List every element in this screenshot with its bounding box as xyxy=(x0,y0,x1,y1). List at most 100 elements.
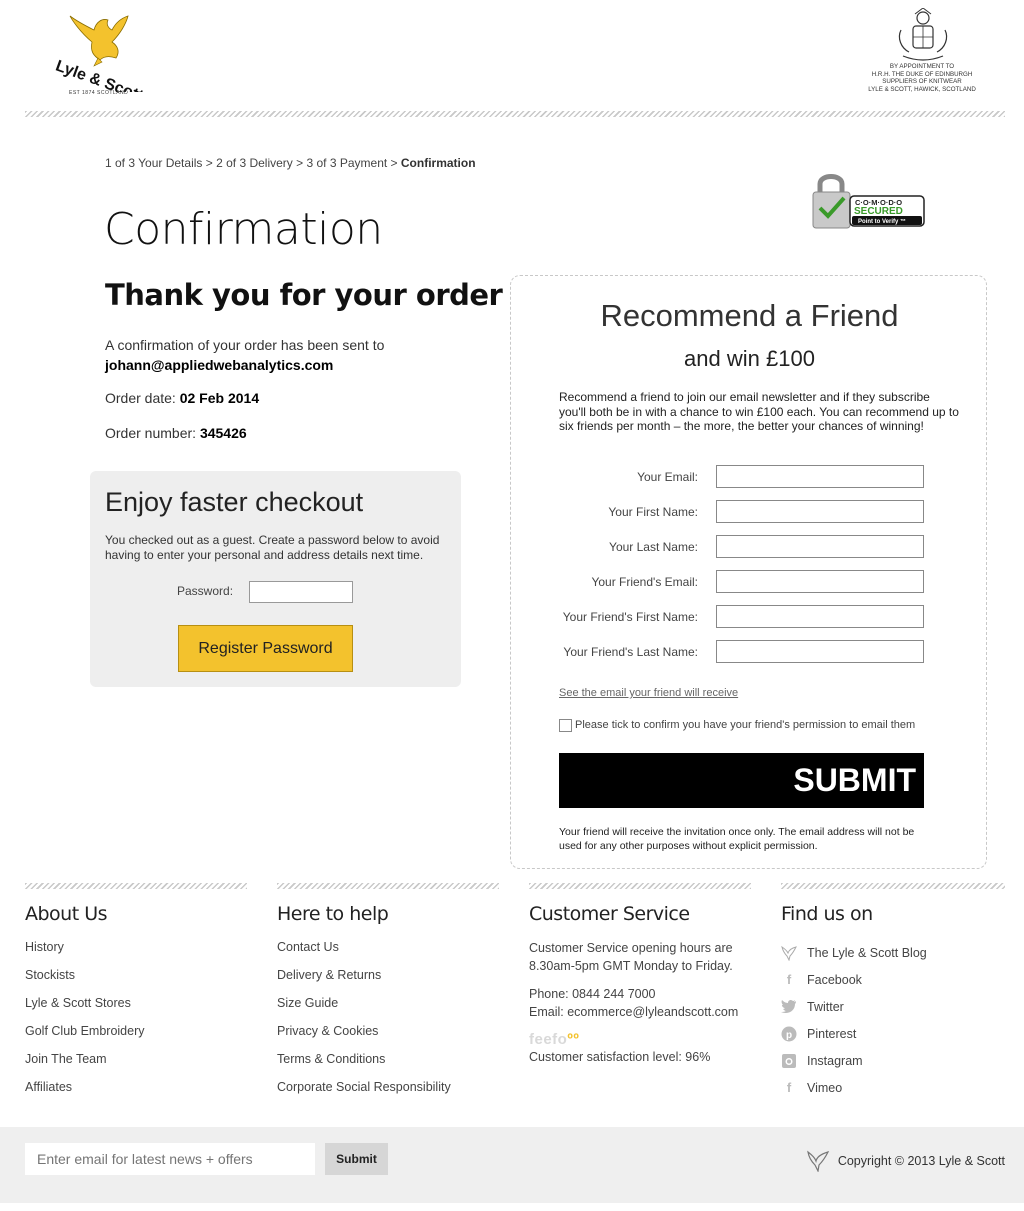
permission-label: Please tick to confirm you have your fri… xyxy=(575,719,916,731)
footer-help: Here to help Contact Us Delivery & Retur… xyxy=(277,903,507,1107)
cs-satisfaction: Customer satisfaction level: 96% xyxy=(529,1050,711,1064)
eagle-icon xyxy=(806,1150,829,1172)
instagram-icon xyxy=(781,1053,797,1069)
svg-text:p: p xyxy=(786,1030,792,1041)
confirmation-sent-text: A confirmation of your order has been se… xyxy=(105,337,385,353)
footer-link-privacy[interactable]: Privacy & Cookies xyxy=(277,1023,507,1051)
svg-text:SECURED: SECURED xyxy=(854,206,903,217)
copyright: Copyright © 2013 Lyle & Scott xyxy=(806,1150,1005,1172)
social-label: Twitter xyxy=(807,999,844,1014)
pinterest-icon: p xyxy=(781,1026,797,1042)
padlock-icon: C·O·M·O·D·O SECURED Point to Verify ™ xyxy=(812,174,925,229)
social-label: Pinterest xyxy=(807,1026,857,1041)
footer-link-join-team[interactable]: Join The Team xyxy=(25,1051,255,1079)
your-last-name-label: Your Last Name: xyxy=(609,540,698,554)
eagle-logo-icon: Lyle & Scott xyxy=(53,15,146,105)
password-input[interactable] xyxy=(249,581,353,603)
feefo-logo[interactable]: feefoºº xyxy=(529,1031,759,1048)
your-last-name-input[interactable] xyxy=(716,535,924,558)
friend-first-name-label: Your Friend's First Name: xyxy=(562,610,698,624)
social-link-vimeo[interactable]: f Vimeo xyxy=(781,1074,1011,1101)
page-title: Confirmation xyxy=(104,204,383,255)
footer-link-stores[interactable]: Lyle & Scott Stores xyxy=(25,995,255,1023)
warrant-line: SUPPLIERS OF KNITWEAR xyxy=(882,78,962,86)
footer-link-stockists[interactable]: Stockists xyxy=(25,967,255,995)
svg-text:Point to Verify ™: Point to Verify ™ xyxy=(858,218,906,225)
footer-link-terms[interactable]: Terms & Conditions xyxy=(277,1051,507,1079)
breadcrumb-step-payment[interactable]: 3 of 3 Payment xyxy=(306,156,387,170)
warrant-line: LYLE & SCOTT, HAWICK, SCOTLAND xyxy=(868,85,976,93)
footer-link-csr[interactable]: Corporate Social Responsibility xyxy=(277,1079,507,1107)
newsletter-submit-button[interactable]: Submit xyxy=(325,1143,388,1175)
footer-link-history[interactable]: History xyxy=(25,939,255,967)
see-email-link[interactable]: See the email your friend will receive xyxy=(559,687,738,699)
footer-link-golf-embroidery[interactable]: Golf Club Embroidery xyxy=(25,1023,255,1051)
friend-first-name-input[interactable] xyxy=(716,605,924,628)
recommend-note: Your friend will receive the invitation … xyxy=(559,826,915,852)
copyright-text: Copyright © 2013 Lyle & Scott xyxy=(837,1154,1005,1168)
breadcrumb-step-delivery[interactable]: 2 of 3 Delivery xyxy=(216,156,293,170)
cs-email[interactable]: Email: ecommerce@lyleandscott.com xyxy=(529,1003,759,1021)
footer-link-size-guide[interactable]: Size Guide xyxy=(277,995,507,1023)
breadcrumb: 1 of 3 Your Details > 2 of 3 Delivery > … xyxy=(105,156,476,170)
your-email-label: Your Email: xyxy=(637,470,698,484)
permission-checkbox[interactable] xyxy=(559,719,572,732)
warrant-line: H.R.H. THE DUKE OF EDINBURGH xyxy=(871,70,973,78)
cs-hours: Customer Service opening hours are 8.30a… xyxy=(529,941,733,973)
social-link-pinterest[interactable]: p Pinterest xyxy=(781,1020,1011,1047)
footer-link-affiliates[interactable]: Affiliates xyxy=(25,1079,255,1107)
friend-email-label: Your Friend's Email: xyxy=(591,575,698,589)
footer-link-contact[interactable]: Contact Us xyxy=(277,939,507,967)
footer-divider xyxy=(277,883,499,889)
vimeo-icon: f xyxy=(786,1079,792,1095)
footer-about-title: About Us xyxy=(25,903,108,925)
social-link-instagram[interactable]: Instagram xyxy=(781,1047,1011,1074)
facebook-icon: f xyxy=(786,971,792,987)
faster-checkout-description: You checked out as a guest. Create a pas… xyxy=(105,533,440,562)
warrant-line: BY APPOINTMENT TO xyxy=(889,63,955,70)
footer-link-delivery-returns[interactable]: Delivery & Returns xyxy=(277,967,507,995)
order-number-label: Order number: xyxy=(105,425,197,441)
social-label: The Lyle & Scott Blog xyxy=(807,945,927,960)
footer-find-title: Find us on xyxy=(781,903,873,925)
social-link-facebook[interactable]: f Facebook xyxy=(781,966,1011,993)
recommend-intro: Recommend a friend to join our email new… xyxy=(559,390,959,433)
feefo-logo-text: feefo xyxy=(529,1031,568,1048)
footer-divider xyxy=(529,883,751,889)
royal-warrant-text: BY APPOINTMENT TO H.R.H. THE DUKE OF EDI… xyxy=(858,63,986,93)
footer-customer-service: Customer Service Customer Service openin… xyxy=(529,903,759,1066)
order-date-value: 02 Feb 2014 xyxy=(179,390,260,406)
your-first-name-label: Your First Name: xyxy=(608,505,698,519)
your-first-name-input[interactable] xyxy=(716,500,924,523)
lyle-scott-logo[interactable]: Lyle & Scott xyxy=(50,12,150,105)
breadcrumb-current: Confirmation xyxy=(400,156,476,170)
logo-est-text: EST 1874 SCOTLAND xyxy=(69,90,129,96)
newsletter-email-input[interactable] xyxy=(25,1143,315,1175)
your-email-input[interactable] xyxy=(716,465,924,488)
social-link-twitter[interactable]: Twitter xyxy=(781,993,1011,1020)
social-label: Facebook xyxy=(807,972,862,987)
confirmation-message: A confirmation of your order has been se… xyxy=(105,335,384,375)
header-divider xyxy=(25,111,1005,117)
recommend-title: Recommend a Friend xyxy=(600,298,899,333)
recommend-friend-panel: Recommend a Friend and win £100 Recommen… xyxy=(510,275,987,869)
register-password-button[interactable]: Register Password xyxy=(178,625,353,672)
faster-checkout-title: Enjoy faster checkout xyxy=(105,487,364,517)
comodo-secured-badge[interactable]: C·O·M·O·D·O SECURED Point to Verify ™ xyxy=(810,170,926,230)
feefo-smile-icon: ºº xyxy=(567,1031,580,1048)
friend-last-name-input[interactable] xyxy=(716,640,924,663)
recommend-submit-button[interactable]: SUBMIT xyxy=(559,753,924,808)
site-header: Lyle & Scott EST 1874 SCOTLAND BY APPOIN… xyxy=(0,0,1024,120)
thanks-heading: Thank you for your order xyxy=(105,278,503,312)
newsletter-bar: Submit Copyright © 2013 Lyle & Scott xyxy=(0,1127,1024,1203)
footer-divider xyxy=(25,883,247,889)
footer-divider xyxy=(781,883,1005,889)
breadcrumb-step-details[interactable]: 1 of 3 Your Details xyxy=(105,156,202,170)
social-label: Instagram xyxy=(807,1053,863,1068)
footer-cs-title: Customer Service xyxy=(529,903,690,925)
order-number-value: 345426 xyxy=(199,425,247,441)
twitter-icon xyxy=(781,999,797,1015)
social-link-blog[interactable]: The Lyle & Scott Blog xyxy=(781,939,1011,966)
friend-email-input[interactable] xyxy=(716,570,924,593)
confirmation-email: johann@appliedwebanalytics.com xyxy=(105,357,334,373)
